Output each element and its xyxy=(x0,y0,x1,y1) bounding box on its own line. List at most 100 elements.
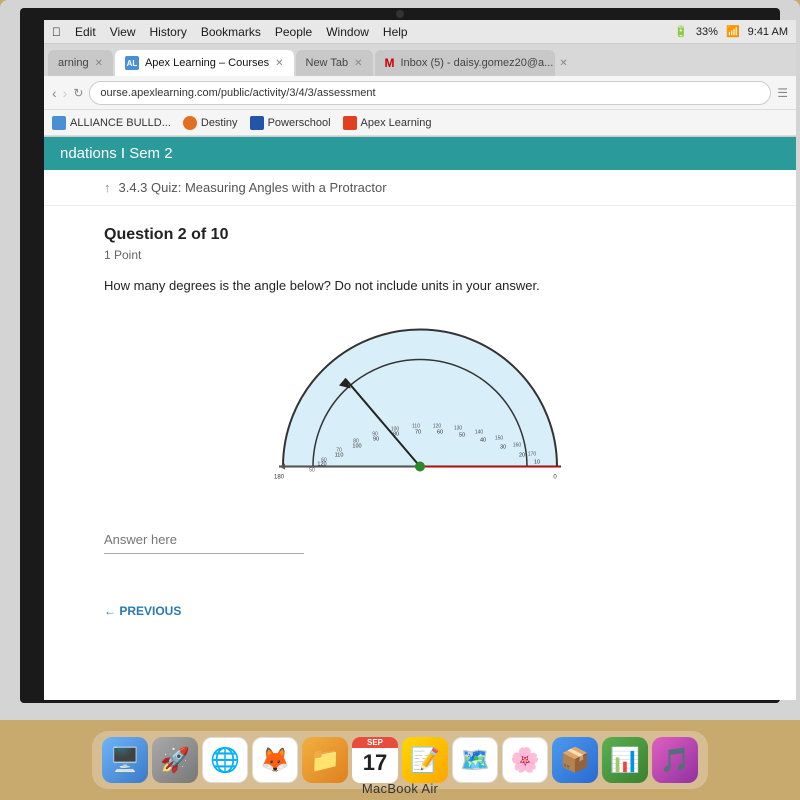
dock-firefox[interactable]: 🦊 xyxy=(252,737,298,783)
course-title: ndations I Sem 2 xyxy=(60,145,173,162)
protractor-container: 0 180 10 20 30 40 50 60 70 xyxy=(104,316,736,496)
bookmark-destiny-icon xyxy=(183,116,197,130)
quiz-label: 3.4.3 Quiz: Measuring Angles with a Prot… xyxy=(119,180,387,195)
dock-maps[interactable]: 🗺️ xyxy=(452,737,498,783)
calendar-day: 17 xyxy=(363,748,387,779)
svg-text:130: 130 xyxy=(454,425,463,431)
menu-bar:  Edit View History Bookmarks People Win… xyxy=(44,20,796,44)
menu-bar-right: 🔋 33% 📶 9:41 AM xyxy=(674,25,788,38)
svg-text:150: 150 xyxy=(495,435,504,441)
dock-calendar[interactable]: SEP 17 xyxy=(352,737,398,783)
svg-text:140: 140 xyxy=(475,429,484,435)
svg-text:120: 120 xyxy=(433,423,442,429)
menu-view[interactable]: View xyxy=(110,25,136,39)
gmail-favicon: M xyxy=(385,56,395,70)
browser-chrome: arning ✕ AL Apex Learning – Courses ✕ Ne… xyxy=(44,44,796,137)
bookmark-powerschool-icon xyxy=(250,116,264,130)
svg-text:100: 100 xyxy=(391,426,400,432)
dock-photos[interactable]: 🌸 xyxy=(502,737,548,783)
refresh-button[interactable]: ↻ xyxy=(73,86,83,100)
tab-learning[interactable]: arning ✕ xyxy=(48,50,113,76)
quiz-header: ↑ 3.4.3 Quiz: Measuring Angles with a Pr… xyxy=(44,170,796,206)
svg-text:70: 70 xyxy=(415,429,421,435)
bookmark-powerschool[interactable]: Powerschool xyxy=(250,116,331,130)
menu-window[interactable]: Window xyxy=(326,25,369,39)
page-content: ndations I Sem 2 ↑ 3.4.3 Quiz: Measuring… xyxy=(44,137,796,700)
menu-bookmarks[interactable]: Bookmarks xyxy=(201,25,261,39)
menu-help[interactable]: Help xyxy=(383,25,408,39)
battery-level: 33% xyxy=(696,26,718,38)
svg-text:50: 50 xyxy=(459,432,465,438)
dock-numbers[interactable]: 📊 xyxy=(602,737,648,783)
svg-text:60: 60 xyxy=(321,457,327,463)
bookmark-destiny-label: Destiny xyxy=(201,117,238,129)
time-display: 9:41 AM xyxy=(748,26,788,38)
dock-folder[interactable]: 📁 xyxy=(302,737,348,783)
tab-gmail-label: Inbox (5) - daisy.gomez20@a... xyxy=(401,57,554,69)
tab-newtab[interactable]: New Tab ✕ xyxy=(296,50,373,76)
dock-itunes[interactable]: 🎵 xyxy=(652,737,698,783)
menu-edit[interactable]: Edit xyxy=(75,25,96,39)
menu-history[interactable]: History xyxy=(149,25,186,39)
screen-bezel:  Edit View History Bookmarks People Win… xyxy=(20,8,780,703)
svg-text:160: 160 xyxy=(513,442,522,448)
battery-icon: 🔋 xyxy=(674,25,688,38)
dock-notes[interactable]: 📝 xyxy=(402,737,448,783)
bookmark-destiny[interactable]: Destiny xyxy=(183,116,238,130)
svg-text:170: 170 xyxy=(528,451,537,457)
answer-input[interactable] xyxy=(104,526,304,554)
tab-label: arning xyxy=(58,57,89,69)
nav-section: ← PREVIOUS xyxy=(44,594,796,628)
bookmark-powerschool-label: Powerschool xyxy=(268,117,331,129)
main-content: Question 2 of 10 1 Point How many degree… xyxy=(44,206,796,594)
svg-text:30: 30 xyxy=(500,444,506,450)
address-bar-row: ‹ › ↻ ourse.apexlearning.com/public/acti… xyxy=(44,76,796,110)
svg-text:110: 110 xyxy=(412,423,420,429)
bookmark-apex[interactable]: Apex Learning xyxy=(343,116,432,130)
tab-apex-learning[interactable]: AL Apex Learning – Courses ✕ xyxy=(115,50,294,76)
tab-gmail[interactable]: M Inbox (5) - daisy.gomez20@a... ✕ xyxy=(375,50,555,76)
tab-apex-favicon: AL xyxy=(125,56,139,70)
tab-apex-label: Apex Learning – Courses xyxy=(145,57,269,69)
wifi-icon: 📶 xyxy=(726,25,740,38)
macbook-label: MacBook Air xyxy=(362,781,438,796)
address-bar[interactable]: ourse.apexlearning.com/public/activity/3… xyxy=(89,81,771,105)
answer-section xyxy=(104,526,736,554)
svg-text:50: 50 xyxy=(309,467,315,473)
camera xyxy=(396,10,404,18)
back-button[interactable]: ‹ xyxy=(52,85,57,101)
bookmark-apex-label: Apex Learning xyxy=(361,117,432,129)
svg-text:10: 10 xyxy=(534,459,540,465)
tab-newtab-label: New Tab xyxy=(306,57,349,69)
tab-close-gmail[interactable]: ✕ xyxy=(559,58,567,69)
tab-close-newtab[interactable]: ✕ xyxy=(354,58,362,69)
tab-bar: arning ✕ AL Apex Learning – Courses ✕ Ne… xyxy=(44,44,796,76)
dock-launchpad[interactable]: 🚀 xyxy=(152,737,198,783)
svg-text:20: 20 xyxy=(519,452,525,458)
bookmark-alliance[interactable]: ALLIANCE BULLD... xyxy=(52,116,171,130)
previous-link[interactable]: ← PREVIOUS xyxy=(104,604,736,618)
tab-close-apex[interactable]: ✕ xyxy=(275,58,283,69)
protractor-svg: 0 180 10 20 30 40 50 60 70 xyxy=(265,316,575,496)
menu-people[interactable]: People xyxy=(275,25,312,39)
quiz-icon: ↑ xyxy=(104,180,111,195)
points-label: 1 Point xyxy=(104,248,736,262)
calendar-month: SEP xyxy=(352,737,398,748)
menu-apple[interactable]:  xyxy=(52,25,61,39)
tab-close-learning[interactable]: ✕ xyxy=(95,58,103,69)
dock-chrome[interactable]: 🌐 xyxy=(202,737,248,783)
svg-text:60: 60 xyxy=(437,429,443,435)
forward-button[interactable]: › xyxy=(63,85,68,101)
extensions-button[interactable]: ☰ xyxy=(777,86,788,100)
dock-share[interactable]: 📦 xyxy=(552,737,598,783)
svg-text:80: 80 xyxy=(353,438,359,444)
dock-finder[interactable]: 🖥️ xyxy=(102,737,148,783)
address-text: ourse.apexlearning.com/public/activity/3… xyxy=(100,87,375,99)
question-title: Question 2 of 10 xyxy=(104,226,736,244)
bookmark-apex-icon xyxy=(343,116,357,130)
bookmark-alliance-label: ALLIANCE BULLD... xyxy=(70,117,171,129)
bookmarks-bar: ALLIANCE BULLD... Destiny Powerschool Ap… xyxy=(44,110,796,136)
svg-text:180: 180 xyxy=(274,474,285,480)
svg-text:90: 90 xyxy=(372,431,378,437)
svg-text:70: 70 xyxy=(336,447,342,453)
